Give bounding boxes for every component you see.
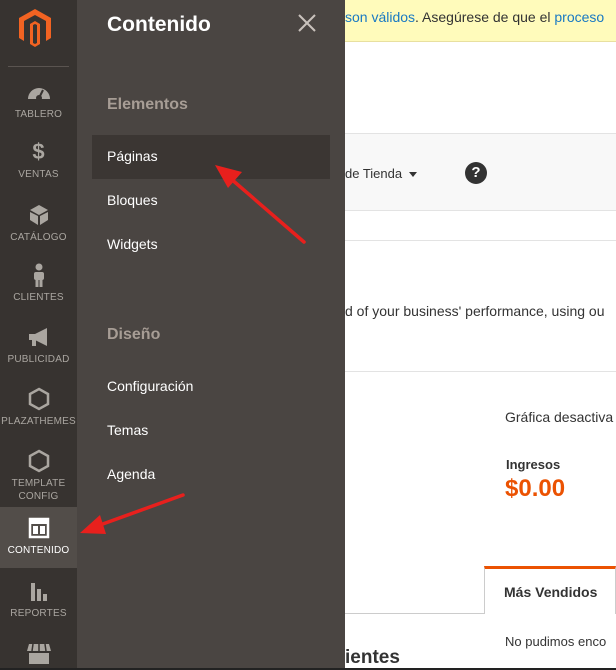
nav-item-catalog[interactable]: CATÁLOGO (0, 203, 77, 243)
store-icon (26, 643, 51, 664)
nav-item-dashboard[interactable]: TABLERO (0, 80, 77, 120)
flyout-link-configuration[interactable]: Configuración (92, 365, 330, 409)
layout-icon (28, 517, 49, 539)
tabs-baseline (345, 613, 484, 614)
page-actions-toolbar: de Tienda ? (345, 133, 616, 211)
nav-label: REPORTES (10, 608, 67, 619)
nav-item-plazathemes[interactable]: PLAZATHEMES (0, 387, 77, 427)
chart-disabled-message: Gráfica desactiva (505, 409, 614, 425)
revenue-value: $0.00 (505, 475, 566, 502)
divider (345, 240, 616, 241)
person-icon (33, 263, 44, 287)
nav-label: PLAZATHEMES (1, 416, 76, 427)
bar-chart-icon (30, 583, 47, 601)
flyout-link-widgets[interactable]: Widgets (92, 223, 330, 267)
nav-item-reports[interactable]: REPORTES (0, 579, 77, 619)
nav-label: TABLERO (14, 109, 63, 120)
dashboard-icon (27, 88, 50, 101)
flyout-title: Contenido (107, 13, 211, 36)
nav-divider (8, 66, 69, 67)
nav-label: CLIENTES (13, 292, 64, 303)
customers-heading: ientes (345, 647, 400, 668)
nav-item-content[interactable]: CONTENIDO (0, 507, 77, 568)
scope-label: de Tienda (345, 166, 403, 181)
nav-item-customers[interactable]: CLIENTES (0, 263, 77, 303)
help-icon[interactable]: ? (465, 162, 487, 184)
notice-link-process[interactable]: proceso (554, 9, 604, 25)
flyout-link-pages[interactable]: Páginas (92, 135, 330, 179)
nav-item-stores[interactable] (0, 642, 77, 668)
revenue-label: Ingresos (506, 457, 561, 472)
close-icon[interactable] (297, 13, 317, 33)
nav-label-line1: TEMPLATE (11, 478, 66, 489)
system-notice-bar: son válidos. Asegúrese de que el proceso (345, 0, 616, 42)
nav-item-marketing[interactable]: PUBLICIDAD (0, 325, 77, 365)
divider (345, 371, 616, 372)
nav-label-line2: CONFIG (18, 491, 59, 502)
content-flyout-menu: Contenido Elementos Páginas Bloques Widg… (77, 0, 345, 670)
nav-label: CATÁLOGO (10, 232, 67, 243)
box-icon (29, 205, 48, 225)
flyout-link-themes[interactable]: Temas (92, 409, 330, 453)
no-records-message: No pudimos enco (505, 634, 607, 649)
dollar-icon: $ (32, 139, 45, 164)
notice-text-start: son válidos (345, 9, 415, 25)
admin-sidebar: TABLERO $ VENTAS CATÁLOGO CLIENTES PUBLI… (0, 0, 77, 670)
nav-label: PUBLICIDAD (7, 354, 70, 365)
dashboard-intro-text: d of your business' performance, using o… (345, 303, 605, 319)
flyout-link-blocks[interactable]: Bloques (92, 179, 330, 223)
nav-label: CONTENIDO (7, 545, 70, 556)
caret-down-icon (409, 172, 418, 178)
nav-label: VENTAS (18, 169, 59, 180)
hexagon-icon (28, 387, 49, 411)
megaphone-icon (28, 328, 47, 346)
nav-item-sales[interactable]: $ VENTAS (0, 139, 77, 181)
nav-item-template-config[interactable]: TEMPLATE CONFIG (0, 449, 77, 502)
notice-text-middle: . Asegúrese de que el (415, 9, 555, 25)
tab-bestsellers[interactable]: Más Vendidos (484, 566, 616, 614)
flyout-section-design: Diseño (107, 326, 161, 343)
flyout-link-schedule[interactable]: Agenda (92, 453, 330, 497)
magento-logo[interactable] (0, 0, 77, 66)
magento-logo-icon (19, 9, 51, 47)
flyout-section-elements: Elementos (107, 96, 188, 113)
hexagon-icon (28, 449, 49, 473)
store-scope-switcher[interactable]: de Tienda (345, 166, 418, 181)
notice-link-valid[interactable]: son válidos (345, 9, 415, 25)
